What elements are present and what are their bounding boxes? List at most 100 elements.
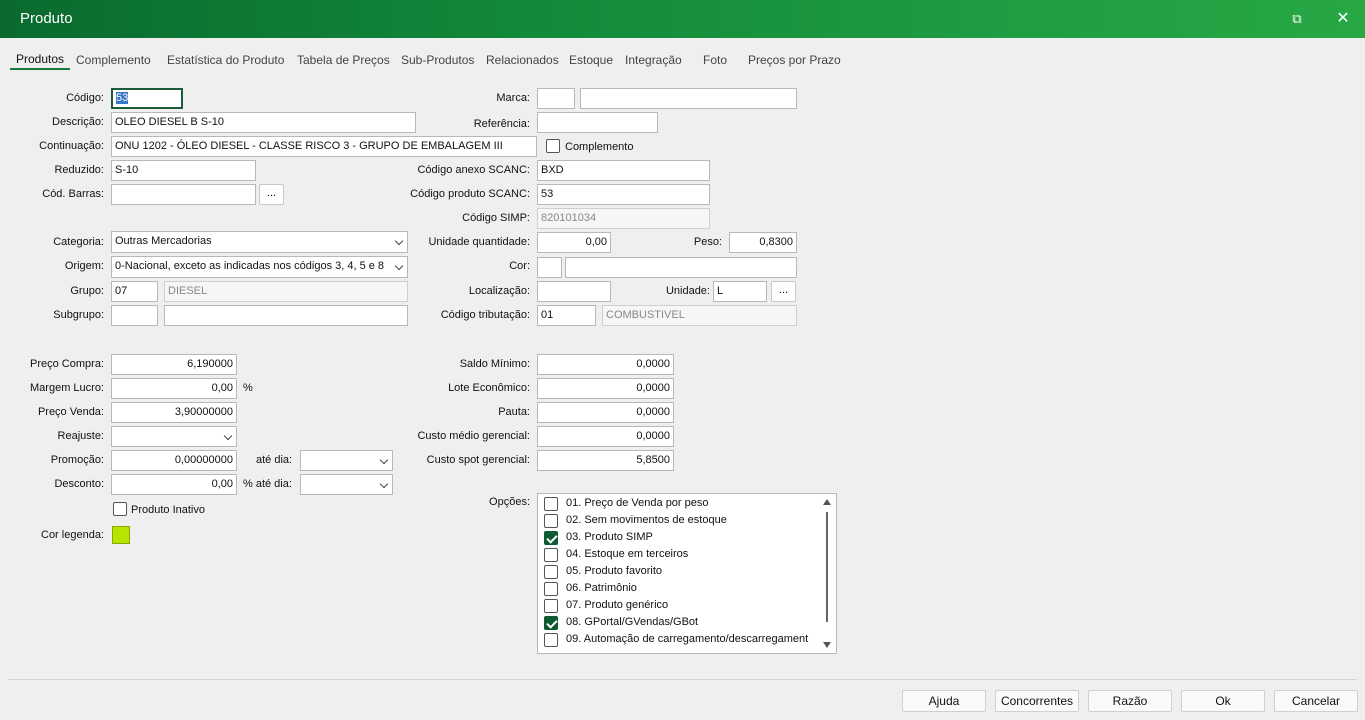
referencia-input[interactable] (537, 112, 658, 133)
reajuste-select[interactable] (111, 426, 237, 447)
opcao-checkbox[interactable] (544, 633, 558, 647)
scrollbar-thumb[interactable] (826, 512, 828, 622)
unidade-quantidade-label: Unidade quantidade: (428, 236, 530, 248)
custo-spot-input[interactable]: 5,8500 (537, 450, 674, 471)
ate-dia-select[interactable] (300, 450, 393, 471)
continuacao-input[interactable]: ONU 1202 - ÓLEO DIESEL - CLASSE RISCO 3 … (111, 136, 537, 157)
custo-medio-input[interactable]: 0,0000 (537, 426, 674, 447)
cod-barras-input[interactable] (111, 184, 256, 205)
opcao-checkbox-checked[interactable] (544, 616, 558, 630)
subgrupo-code-input[interactable] (111, 305, 158, 326)
pct-ate-dia-select[interactable] (300, 474, 393, 495)
desconto-input[interactable]: 0,00 (111, 474, 237, 495)
produto-inativo-checkbox[interactable] (113, 502, 127, 516)
grupo-name-field: DIESEL (164, 281, 408, 302)
opcao-checkbox[interactable] (544, 497, 558, 511)
cor-code-input[interactable] (537, 257, 562, 278)
razao-button[interactable]: Razão (1088, 690, 1172, 712)
origem-select[interactable]: 0-Nacional, exceto as indicadas nos códi… (111, 256, 408, 278)
margem-lucro-label: Margem Lucro: (30, 382, 104, 394)
complemento-checkbox[interactable] (546, 139, 560, 153)
opcao-checkbox[interactable] (544, 582, 558, 596)
opcoes-checklist[interactable]: 01. Preço de Venda por peso 02. Sem movi… (537, 493, 837, 654)
tab-estatistica[interactable]: Estatística do Produto (167, 53, 284, 67)
opcoes-label: Opções: (489, 496, 530, 508)
grupo-code-input[interactable]: 07 (111, 281, 158, 302)
opcao-item[interactable]: 01. Preço de Venda por peso (544, 495, 824, 512)
tab-tabela-precos[interactable]: Tabela de Preços (297, 53, 390, 67)
marca-name-input[interactable] (580, 88, 797, 109)
scroll-down-icon[interactable] (823, 642, 831, 648)
close-icon[interactable]: ✕ (1332, 8, 1354, 30)
ajuda-button[interactable]: Ajuda (902, 690, 986, 712)
referencia-label: Referência: (473, 118, 530, 130)
opcao-item[interactable]: 06. Patrimônio (544, 580, 824, 597)
pauta-label: Pauta: (498, 406, 530, 418)
concorrentes-button[interactable]: Concorrentes (995, 690, 1079, 712)
cod-produto-scanc-input[interactable]: 53 (537, 184, 710, 205)
subgrupo-label: Subgrupo: (53, 309, 104, 321)
reajuste-label: Reajuste: (57, 430, 104, 442)
saldo-minimo-input[interactable]: 0,0000 (537, 354, 674, 375)
opcao-label: 02. Sem movimentos de estoque (566, 514, 727, 526)
margem-lucro-input[interactable]: 0,00 (111, 378, 237, 399)
cod-barras-lookup-button[interactable]: ... (259, 184, 284, 205)
localizacao-label: Localização: (468, 285, 530, 297)
promocao-label: Promoção: (50, 454, 104, 466)
opcao-checkbox[interactable] (544, 599, 558, 613)
scroll-up-icon[interactable] (823, 499, 831, 505)
custo-medio-label: Custo médio gerencial: (417, 430, 530, 442)
title-bar: Produto ⧉ ✕ (0, 0, 1365, 38)
tab-foto[interactable]: Foto (703, 53, 727, 67)
descricao-input[interactable]: OLEO DIESEL B S-10 (111, 112, 416, 133)
opcao-item[interactable]: 03. Produto SIMP (544, 529, 824, 546)
opcao-item[interactable]: 04. Estoque em terceiros (544, 546, 824, 563)
cod-barras-label: Cód. Barras: (42, 188, 104, 200)
cor-legenda-swatch[interactable] (112, 526, 130, 544)
opcao-checkbox[interactable] (544, 565, 558, 579)
preco-venda-input[interactable]: 3,90000000 (111, 402, 237, 423)
reduzido-input[interactable]: S-10 (111, 160, 256, 181)
opcao-label: 04. Estoque em terceiros (566, 548, 689, 560)
marca-code-input[interactable] (537, 88, 575, 109)
tab-integracao[interactable]: Integração (625, 53, 682, 67)
codigo-label: Código: (66, 92, 104, 104)
peso-input[interactable]: 0,8300 (729, 232, 797, 253)
opcao-item[interactable]: 02. Sem movimentos de estoque (544, 512, 824, 529)
opcao-checkbox[interactable] (544, 514, 558, 528)
opcao-checkbox[interactable] (544, 548, 558, 562)
cod-anexo-scanc-label: Código anexo SCANC: (417, 164, 530, 176)
cod-anexo-scanc-input[interactable]: BXD (537, 160, 710, 181)
cod-simp-label: Código SIMP: (462, 212, 530, 224)
cor-name-input[interactable] (565, 257, 797, 278)
tab-sub-produtos[interactable]: Sub-Produtos (401, 53, 474, 67)
cod-tributacao-input[interactable]: 01 (537, 305, 596, 326)
categoria-select[interactable]: Outras Mercadorias (111, 231, 408, 253)
unidade-quantidade-input[interactable]: 0,00 (537, 232, 611, 253)
unidade-lookup-button[interactable]: ... (771, 281, 796, 302)
tab-precos-prazo[interactable]: Preços por Prazo (748, 53, 841, 67)
promocao-input[interactable]: 0,00000000 (111, 450, 237, 471)
opcao-item[interactable]: 07. Produto genérico (544, 597, 824, 614)
subgrupo-name-field[interactable] (164, 305, 408, 326)
lote-economico-input[interactable]: 0,0000 (537, 378, 674, 399)
tab-relacionados[interactable]: Relacionados (486, 53, 559, 67)
localizacao-input[interactable] (537, 281, 611, 302)
margem-percent-unit: % (243, 382, 253, 394)
preco-compra-input[interactable]: 6,190000 (111, 354, 237, 375)
cancelar-button[interactable]: Cancelar (1274, 690, 1358, 712)
tab-estoque[interactable]: Estoque (569, 53, 613, 67)
tab-produtos[interactable]: Produtos (16, 52, 64, 66)
restore-icon[interactable]: ⧉ (1286, 8, 1308, 30)
cod-tributacao-label: Código tributação: (440, 309, 530, 321)
opcao-item[interactable]: 05. Produto favorito (544, 563, 824, 580)
codigo-input[interactable]: 53 (111, 88, 183, 109)
opcao-checkbox-checked[interactable] (544, 531, 558, 545)
opcao-item[interactable]: 08. GPortal/GVendas/GBot (544, 614, 824, 631)
tab-complemento[interactable]: Complemento (76, 53, 151, 67)
opcao-label: 09. Automação de carregamento/descarrega… (566, 633, 809, 645)
unidade-input[interactable]: L (713, 281, 767, 302)
opcao-item[interactable]: 09. Automação de carregamento/descarrega… (544, 631, 824, 648)
pauta-input[interactable]: 0,0000 (537, 402, 674, 423)
ok-button[interactable]: Ok (1181, 690, 1265, 712)
